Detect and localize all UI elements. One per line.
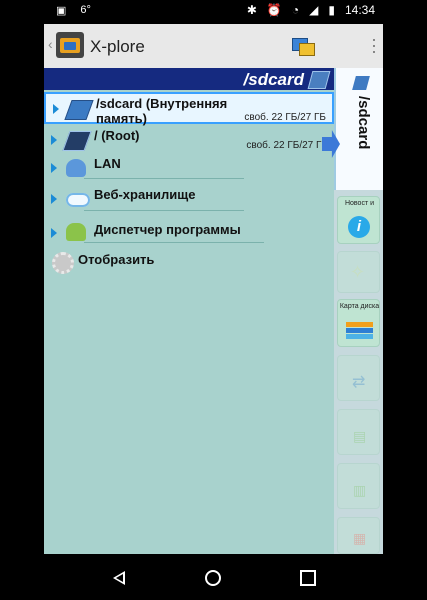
list-item[interactable]: LAN <box>44 154 334 180</box>
tool-icon: ▤ <box>353 428 367 444</box>
item-name: Диспетчер программы <box>94 222 241 237</box>
path-bar: /sdcard <box>44 68 334 90</box>
list-item[interactable]: Отобразить <box>44 248 334 276</box>
expand-arrow-icon[interactable] <box>51 135 57 145</box>
sidebar: /sdcard Новост и i ✧ Карта диска ⇄ ▤ ▥ ▦ <box>322 68 383 554</box>
current-path: /sdcard <box>243 70 304 89</box>
app-window: ‹ X-plore · · · /sdcard /sdcard (Внутрення… <box>44 24 383 554</box>
sdcard-icon <box>352 76 370 90</box>
battery-icon: ▮ <box>328 3 335 17</box>
status-left: ▣ 6° <box>56 4 91 17</box>
status-bar: ▣ 6° ✱ ⏰ ◔ ◢ ▮ 14:34 <box>0 0 427 24</box>
gear-icon <box>52 252 74 274</box>
nav-recents-icon[interactable] <box>300 570 316 586</box>
info-icon: i <box>348 216 370 238</box>
tab-sdcard[interactable]: /sdcard <box>334 68 383 190</box>
disabled-tool-button[interactable]: ▤ <box>337 409 380 455</box>
item-name-cont: память) <box>96 111 147 126</box>
nav-back-icon[interactable] <box>113 571 125 585</box>
windows-icon[interactable] <box>292 38 315 56</box>
expand-arrow-icon[interactable] <box>53 104 59 114</box>
star-icon: ✧ <box>350 262 366 282</box>
list-item[interactable]: Веб-хранилище <box>44 184 334 212</box>
disk-map-icon <box>346 322 373 340</box>
item-name: Веб-хранилище <box>94 187 196 202</box>
item-name: Отобразить <box>78 252 155 267</box>
wifi-icon: ◔ <box>291 3 300 17</box>
overflow-menu-icon[interactable]: · · · <box>371 30 377 60</box>
disabled-tool-button[interactable]: ▦ <box>337 517 380 554</box>
news-button[interactable]: Новост и i <box>337 196 380 244</box>
sdcard-icon <box>64 100 94 120</box>
system-navigation-bar <box>0 554 427 600</box>
back-chevron-icon[interactable]: ‹ <box>48 36 53 52</box>
disk-map-button[interactable]: Карта диска <box>337 299 380 347</box>
app-bar: ‹ X-plore · · · <box>44 24 383 68</box>
tool-icon: ▥ <box>353 482 367 498</box>
item-name: /sdcard (Внутренняя <box>96 96 228 111</box>
button-label: Карта диска <box>339 303 380 310</box>
weather-indicator: 6° <box>80 4 91 16</box>
nav-home-icon[interactable] <box>205 570 221 586</box>
bluetooth-icon: ✱ <box>246 3 257 17</box>
list-item[interactable]: / (Root) своб. 22 ГБ/27 ГБ <box>44 126 334 152</box>
free-space: своб. 22 ГБ/27 ГБ <box>246 140 328 151</box>
free-space: своб. 22 ГБ/27 ГБ <box>244 112 326 123</box>
image-icon: ▣ <box>56 5 67 17</box>
android-icon <box>66 223 86 241</box>
tool-icon: ▦ <box>353 530 367 546</box>
status-icons: ✱ ⏰ ◔ ◢ ▮ 14:34 <box>247 3 375 17</box>
expand-arrow-icon[interactable] <box>51 163 57 173</box>
button-label: Новост и <box>344 200 375 207</box>
cloud-icon <box>66 193 90 207</box>
disabled-tool-button[interactable]: ▥ <box>337 463 380 509</box>
list-item[interactable]: Диспетчер программы <box>44 218 334 246</box>
share-icon: ⇄ <box>352 374 366 391</box>
item-name: LAN <box>94 156 121 171</box>
app-title: X-plore <box>90 37 145 56</box>
alarm-icon: ⏰ <box>266 3 282 17</box>
root-icon <box>62 131 92 151</box>
tab-label: /sdcard <box>355 96 372 150</box>
lan-icon <box>66 159 86 177</box>
disabled-tool-button[interactable]: ⇄ <box>337 355 380 401</box>
item-name: / (Root) <box>94 128 140 143</box>
expand-arrow-icon[interactable] <box>51 228 57 238</box>
signal-icon: ◢ <box>309 3 319 17</box>
sdcard-icon <box>307 71 331 89</box>
app-logo-icon <box>56 32 84 58</box>
list-item[interactable]: /sdcard (Внутренняя память) своб. 22 ГБ/… <box>44 92 334 126</box>
clock: 14:34 <box>344 3 375 17</box>
disabled-tool-button[interactable]: ✧ <box>337 251 380 293</box>
expand-arrow-icon[interactable] <box>51 194 57 204</box>
